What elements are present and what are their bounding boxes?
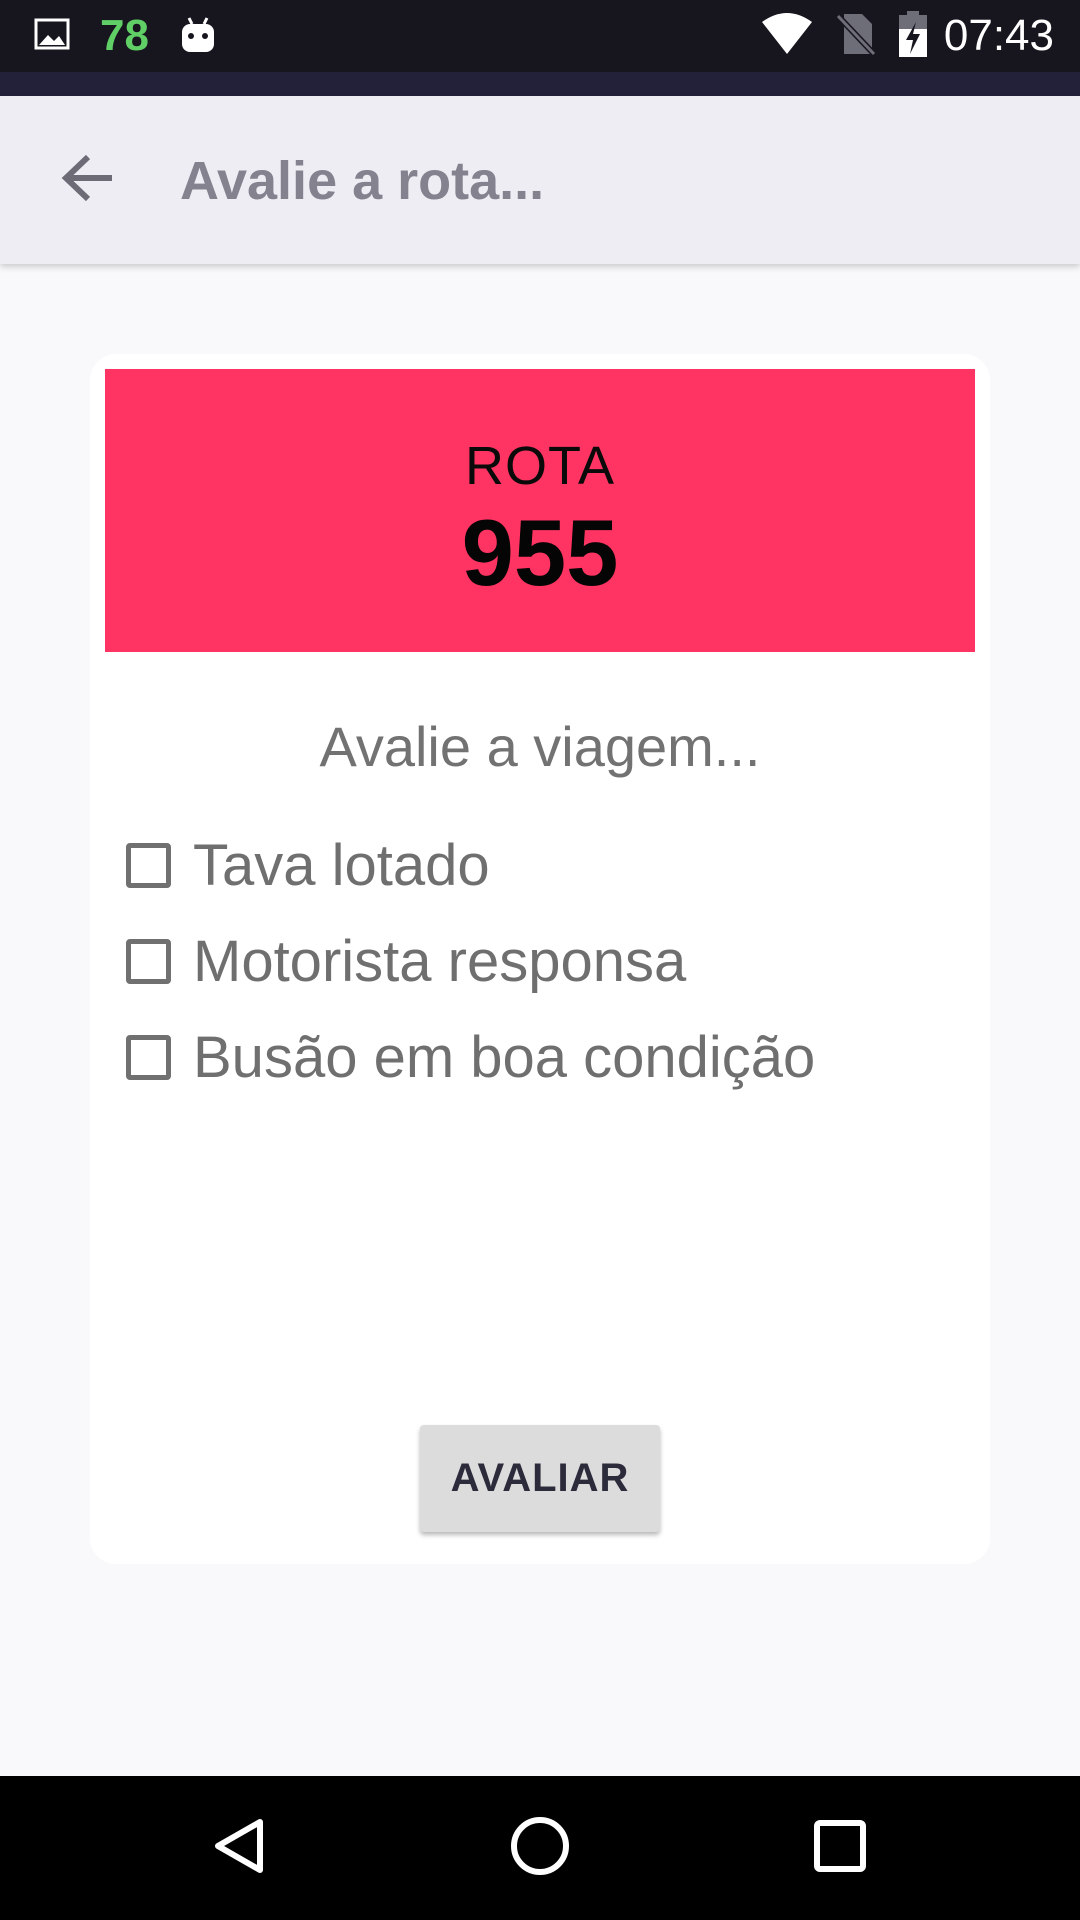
recents-square-icon <box>812 1818 868 1879</box>
battery-charging-icon <box>898 10 928 63</box>
checkbox-bus-condition[interactable] <box>126 1034 171 1080</box>
nav-recents-button[interactable] <box>790 1798 890 1898</box>
status-bar: 78 07:43 <box>0 0 1080 72</box>
back-triangle-icon <box>210 1816 270 1881</box>
route-number: 955 <box>461 500 619 605</box>
status-bar-shadow-strip <box>0 72 1080 96</box>
page-title: Avalie a rota... <box>180 151 545 211</box>
image-icon <box>34 16 70 57</box>
route-evaluation-card: ROTA 955 Avalie a viagem... Tava lotado … <box>90 354 990 1564</box>
arrow-back-icon <box>60 153 116 208</box>
option-label: Busão em boa condição <box>193 1024 816 1090</box>
app-bar: Avalie a rota... <box>0 96 1080 264</box>
option-label: Motorista responsa <box>193 928 687 994</box>
route-label: ROTA <box>465 436 615 496</box>
checkbox-driver[interactable] <box>126 938 171 984</box>
route-header: ROTA 955 <box>105 369 975 652</box>
option-bus-condition[interactable]: Busão em boa condição <box>126 1021 815 1093</box>
wifi-icon <box>760 12 814 61</box>
nav-back-button[interactable] <box>190 1798 290 1898</box>
status-right-group: 07:43 <box>760 10 1054 62</box>
home-circle-icon <box>508 1814 572 1883</box>
notification-count: 78 <box>100 11 149 60</box>
android-icon <box>179 14 217 59</box>
evaluation-prompt: Avalie a viagem... <box>319 715 761 778</box>
option-crowded[interactable]: Tava lotado <box>126 829 490 901</box>
nav-home-button[interactable] <box>490 1798 590 1898</box>
status-left-group: 78 <box>34 10 217 62</box>
option-driver[interactable]: Motorista responsa <box>126 925 686 997</box>
back-button[interactable] <box>44 136 132 224</box>
checkbox-crowded[interactable] <box>126 842 171 888</box>
clock: 07:43 <box>943 11 1054 60</box>
option-label: Tava lotado <box>193 832 490 898</box>
navigation-bar <box>0 1776 1080 1920</box>
evaluate-button[interactable]: AVALIAR <box>420 1425 660 1532</box>
no-sim-icon <box>835 12 877 61</box>
